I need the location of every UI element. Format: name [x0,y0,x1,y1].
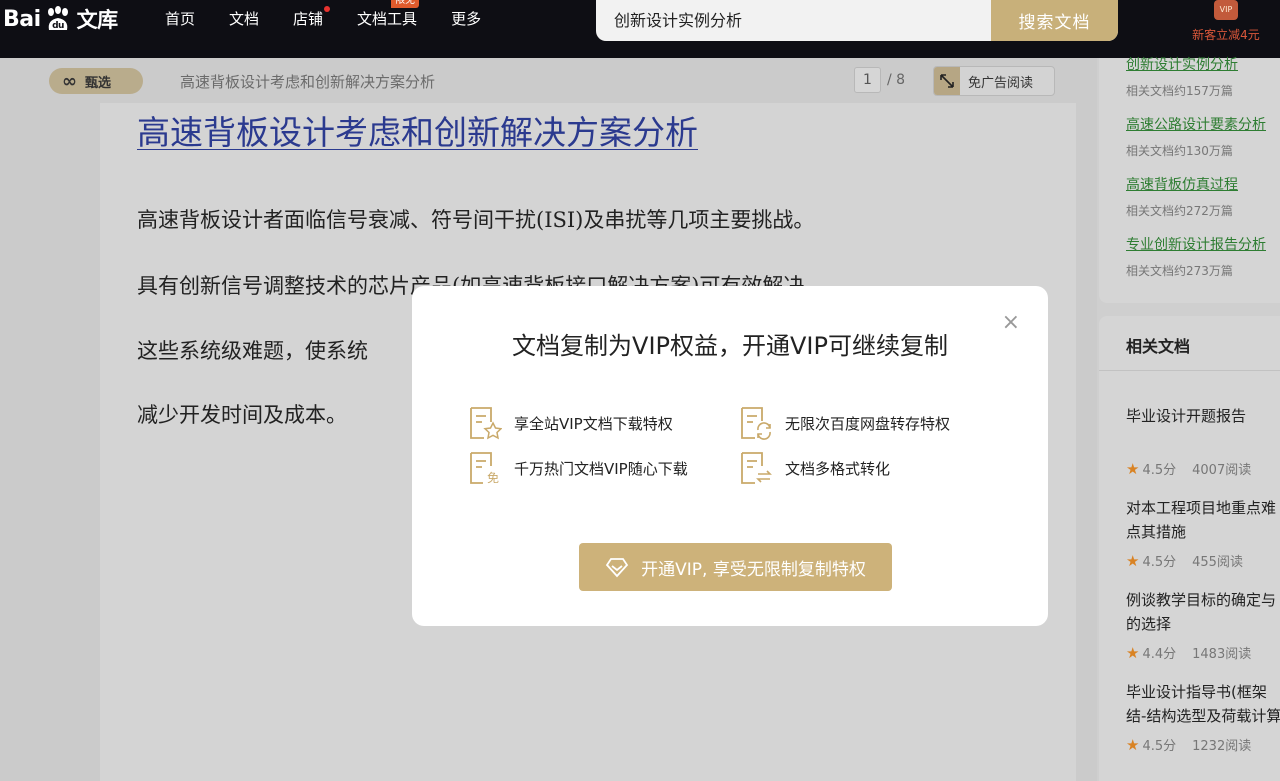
star-icon: ★ [1126,551,1140,570]
open-vip-button[interactable]: 开通VIP, 享受无限制复制特权 [579,543,892,591]
related-search-count: 相关文档约272万篇 [1126,204,1233,218]
document-paragraph-line: 高速背板设计者面临信号衰减、符号间干扰(ISI)及串扰等几项主要挑战。 [137,208,815,232]
document-paragraph-line: 这些系统级难题，使系统 [137,339,368,363]
related-search-link[interactable]: 专业创新设计报告分析 [1126,234,1266,254]
diamond-icon [606,558,629,578]
perk-item: 无限次百度网盘转存特权 [739,406,950,440]
doc-star-icon [470,407,502,440]
baidu-wenku-logo[interactable]: Bai du 文库 [3,4,118,34]
related-doc-score: 4.5分 [1142,555,1177,570]
related-search-link[interactable]: 高速公路设计要素分析 [1126,114,1266,134]
nav-item-shop[interactable]: 店铺 [293,6,331,29]
nav-item-home[interactable]: 首页 [165,8,195,29]
related-search-count: 相关文档约157万篇 [1126,84,1233,98]
related-doc-score: 4.5分 [1142,463,1177,478]
logo-text-du: du [52,21,64,31]
related-doc-reads: 4007阅读 [1192,463,1252,478]
related-search-link[interactable]: 创新设计实例分析 [1126,54,1238,74]
related-doc-title[interactable]: 例谈教学目标的确定与的选择 [1126,588,1280,636]
star-icon: ★ [1126,459,1140,478]
related-doc-meta: ★ 4.4分 1483阅读 [1126,643,1252,663]
selected-badge: ∞ 甄选 [49,68,143,94]
doc-convert-icon [741,452,772,484]
related-doc-meta: ★ 4.5分 1232阅读 [1126,735,1252,755]
related-doc-title[interactable]: 毕业设计指导书(框架结-结构选型及荷载计算 [1126,680,1280,728]
related-doc-meta: ★ 4.5分 4007阅读 [1126,459,1252,479]
notification-dot [324,6,331,12]
related-doc-reads: 455阅读 [1192,555,1243,570]
ad-free-label: 免广告阅读 [968,75,1034,91]
vip-copy-modal: × 文档复制为VIP权益，开通VIP可继续复制 享全站VIP文档下载特权 无限次… [412,286,1048,626]
page-indicator: 1 / 8 [854,67,905,93]
doc-sync-icon [741,407,771,440]
infinity-icon: ∞ [62,70,77,92]
modal-title: 文档复制为VIP权益，开通VIP可继续复制 [512,332,948,360]
related-doc-reads: 1483阅读 [1192,647,1252,662]
perk-label: 文档多格式转化 [785,459,891,478]
paw-logo-icon: du [43,6,73,32]
nav-item-tools[interactable]: 文档工具 限免 [357,0,420,29]
nav-item-docs[interactable]: 文档 [229,8,259,29]
document-toolbar: ∞ 甄选 高速背板设计考虑和创新解决方案分析 1 / 8 免广告阅读 [0,58,1097,103]
document-title-small: 高速背板设计考虑和创新解决方案分析 [180,73,436,91]
logo-text-bai: Bai [3,6,41,32]
perk-item: 文档多格式转化 [739,451,890,485]
top-navigation-bar: Bai du 文库 首页 文档 店铺 文档工具 限免 更多 搜索文档 VI [0,0,1280,58]
search-input[interactable] [614,9,984,28]
nav-item-more[interactable]: 更多 [451,8,481,29]
related-doc-reads: 1232阅读 [1192,739,1252,754]
new-user-promo[interactable]: VIP 新客立减4元 [1180,0,1272,50]
document-heading[interactable]: 高速背板设计考虑和创新解决方案分析 [137,106,698,154]
free-tag-badge: 限免 [391,0,420,8]
perk-item: 享全站VIP文档下载特权 [468,406,673,440]
related-doc-title[interactable]: 对本工程项目地重点难点其措施 [1126,496,1280,544]
related-search-link[interactable]: 高速背板仿真过程 [1126,174,1238,194]
related-doc-meta: ★ 4.5分 455阅读 [1126,551,1243,571]
related-doc-score: 4.5分 [1142,739,1177,754]
doc-free-icon: 免 [470,452,499,485]
related-search-count: 相关文档约130万篇 [1126,144,1233,158]
related-docs-heading: 相关文档 [1126,337,1191,356]
perk-label: 无限次百度网盘转存特权 [785,414,951,433]
search-bar: 搜索文档 [596,0,1118,41]
search-button[interactable]: 搜索文档 [991,0,1118,41]
page-total: / 8 [887,72,906,88]
open-vip-label: 开通VIP, 享受无限制复制特权 [641,559,866,580]
related-search-count: 相关文档约273万篇 [1126,264,1233,278]
perk-label: 享全站VIP文档下载特权 [514,414,673,433]
perk-label: 千万热门文档VIP随心下载 [514,459,688,478]
vip-gift-icon: VIP [1214,0,1238,20]
document-paragraph-line: 减少开发时间及成本。 [137,403,347,427]
page-number-input[interactable]: 1 [854,67,881,93]
divider [1099,370,1280,371]
star-icon: ★ [1126,735,1140,754]
perk-item: 免 千万热门文档VIP随心下载 [468,451,688,485]
selected-badge-label: 甄选 [85,75,112,91]
related-doc-score: 4.4分 [1142,647,1177,662]
promo-text: 新客立减4元 [1192,28,1260,42]
free-glyph: 免 [487,470,499,485]
nav-item-shop-label: 店铺 [293,10,324,28]
logo-text-wenku: 文库 [76,8,119,32]
star-icon: ★ [1126,643,1140,662]
main-nav: 首页 文档 店铺 文档工具 限免 更多 [165,0,515,29]
nav-item-tools-label: 文档工具 [357,10,418,28]
expand-arrows-icon [934,67,960,95]
related-doc-title[interactable]: 毕业设计开题报告 [1126,404,1280,428]
ad-free-reading-button[interactable]: 免广告阅读 [933,66,1055,96]
